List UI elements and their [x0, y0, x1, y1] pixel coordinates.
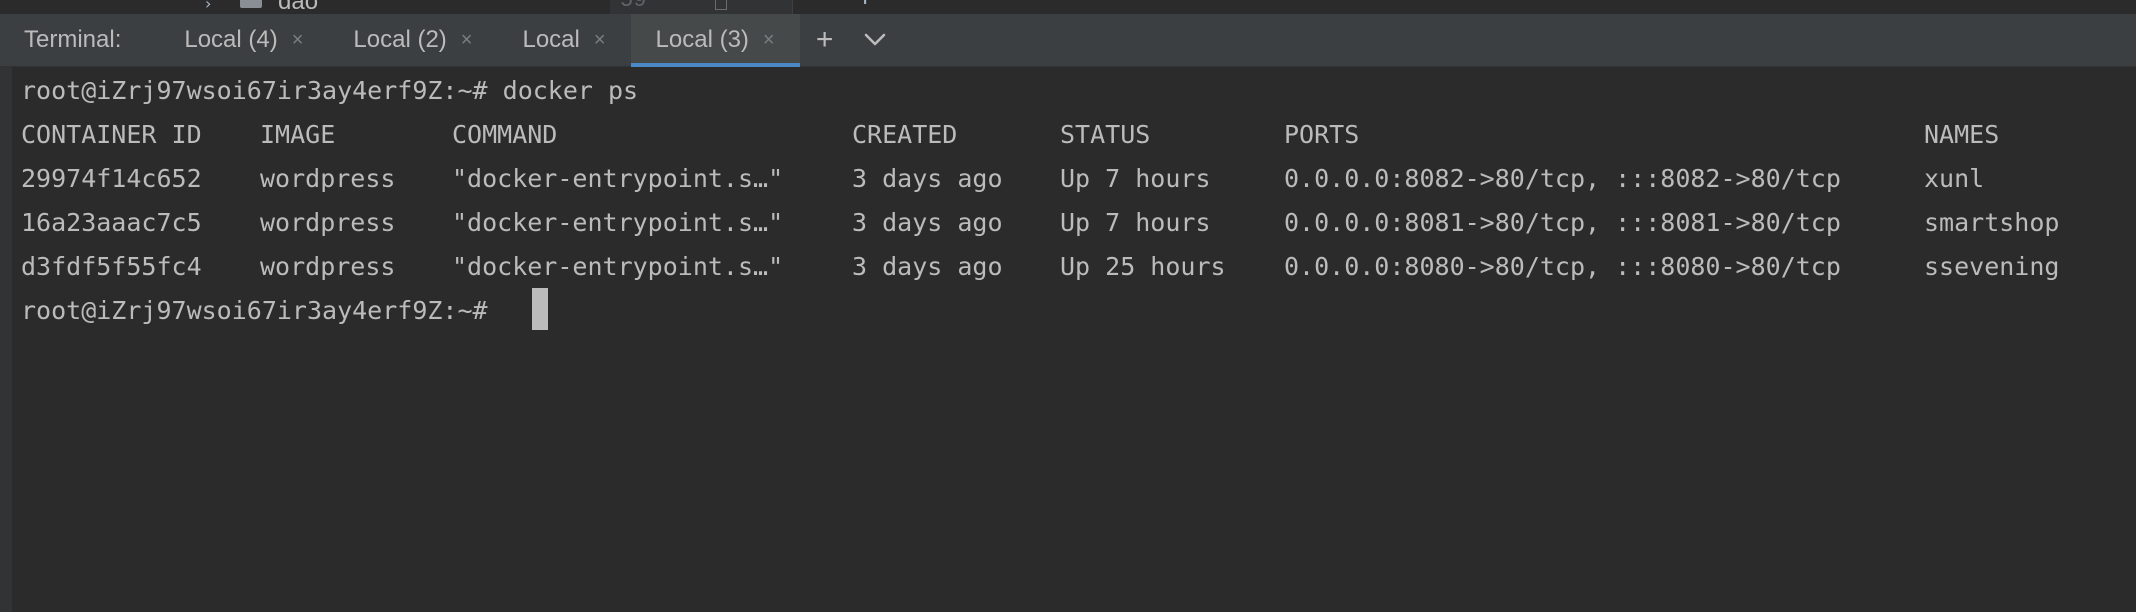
tab-list-dropdown-button[interactable] [850, 14, 900, 66]
header-container-id: CONTAINER ID [21, 120, 202, 149]
cell-status: Up 7 hours [1060, 208, 1211, 237]
tab-label: Local [522, 26, 580, 53]
header-created: CREATED [852, 120, 958, 149]
header-status: STATUS [1060, 120, 1151, 149]
cell-status: Up 25 hours [1060, 252, 1226, 281]
header-ports: PORTS [1284, 120, 1360, 149]
cell-names: ssevening [1924, 252, 2060, 281]
header-command: COMMAND [452, 120, 558, 149]
header-image: IMAGE [260, 120, 336, 149]
cell-image: wordpress [260, 208, 396, 237]
editor-code-fragment: F [862, 0, 875, 11]
tab-label: Local (2) [353, 26, 447, 53]
project-tree-item-dao[interactable]: dao [278, 0, 318, 14]
cell-image: wordpress [260, 252, 396, 281]
tab-local-2[interactable]: Local (2) × [328, 14, 497, 66]
terminal-output[interactable]: root@iZrj97wsoi67ir3ay4erf9Z:~# docker p… [0, 67, 2136, 612]
terminal-cursor[interactable] [532, 288, 548, 330]
cell-created: 3 days ago [852, 164, 1003, 193]
editor-gutter: 59 [610, 0, 792, 14]
command-line: root@iZrj97wsoi67ir3ay4erf9Z:~# docker p… [21, 76, 639, 105]
chevron-right-icon[interactable]: › [205, 0, 211, 13]
table-row: 16a23aaac7c5 wordpress "docker-entrypoin… [21, 201, 2121, 245]
line-number: 59 [620, 0, 647, 13]
cell-created: 3 days ago [852, 252, 1003, 281]
prompt-line: root@iZrj97wsoi67ir3ay4erf9Z:~# [21, 296, 488, 325]
cell-command: "docker-entrypoint.s…" [452, 252, 784, 281]
terminal-title: Terminal: [24, 26, 122, 53]
cell-container-id: 29974f14c652 [21, 164, 202, 193]
plus-icon: + [815, 23, 834, 56]
fold-icon[interactable] [715, 0, 727, 10]
cell-ports: 0.0.0.0:8082->80/tcp, :::8082->80/tcp [1284, 164, 1841, 193]
cell-ports: 0.0.0.0:8081->80/tcp, :::8081->80/tcp [1284, 208, 1841, 237]
cell-names: smartshop [1924, 208, 2060, 237]
cell-names: xunl [1924, 164, 1985, 193]
tab-local-4[interactable]: Local (4) × [159, 14, 328, 66]
close-icon[interactable]: × [594, 29, 606, 52]
close-icon[interactable]: × [763, 29, 775, 52]
tab-local[interactable]: Local × [497, 14, 630, 66]
cell-container-id: d3fdf5f55fc4 [21, 252, 202, 281]
folder-icon [240, 0, 262, 8]
header-names: NAMES [1924, 120, 2000, 149]
table-row: d3fdf5f55fc4 wordpress "docker-entrypoin… [21, 245, 2121, 289]
cell-command: "docker-entrypoint.s…" [452, 164, 784, 193]
cell-ports: 0.0.0.0:8080->80/tcp, :::8080->80/tcp [1284, 252, 1841, 281]
tab-label: Local (3) [655, 26, 749, 53]
editor-remnant: › dao 59 F [0, 0, 2136, 14]
close-icon[interactable]: × [461, 29, 473, 52]
cell-image: wordpress [260, 164, 396, 193]
terminal-tab-bar: Terminal: Local (4) × Local (2) × Local … [0, 14, 2136, 67]
tab-label: Local (4) [184, 26, 278, 53]
cell-container-id: 16a23aaac7c5 [21, 208, 202, 237]
cell-status: Up 7 hours [1060, 164, 1211, 193]
new-tab-button[interactable]: + [800, 14, 850, 66]
editor-separator [792, 0, 793, 14]
tab-local-3[interactable]: Local (3) × [630, 14, 800, 67]
table-row: 29974f14c652 wordpress "docker-entrypoin… [21, 157, 2121, 201]
terminal-left-border [0, 67, 12, 612]
cell-command: "docker-entrypoint.s…" [452, 208, 784, 237]
cell-created: 3 days ago [852, 208, 1003, 237]
chevron-down-icon [864, 33, 885, 46]
close-icon[interactable]: × [292, 29, 304, 52]
table-header: CONTAINER ID IMAGE COMMAND CREATED STATU… [21, 113, 2121, 157]
